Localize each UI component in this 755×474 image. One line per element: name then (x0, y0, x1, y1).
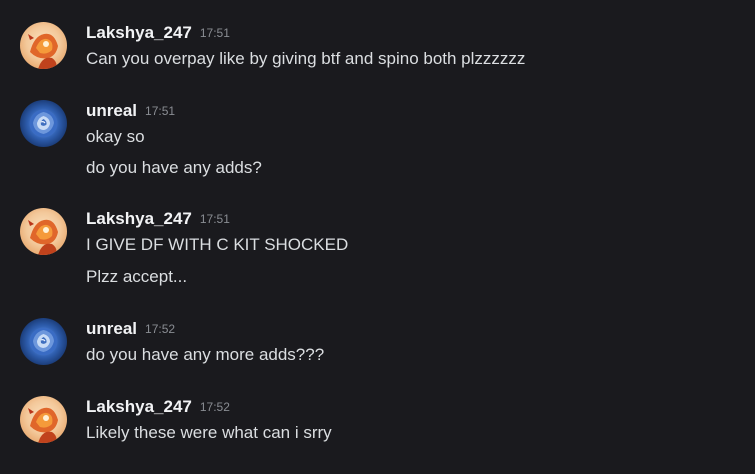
timestamp[interactable]: 17:51 (200, 26, 230, 40)
message-text: Likely these were what can i srry (86, 423, 332, 442)
timestamp[interactable]: 17:52 (200, 400, 230, 414)
fiery-character-avatar-icon[interactable] (20, 396, 67, 443)
message-header: Lakshya_247 17:51 (86, 208, 230, 231)
username[interactable]: Lakshya_247 (86, 209, 192, 228)
message-text: Can you overpay like by giving btf and s… (86, 49, 526, 68)
message-text: okay so (86, 127, 145, 146)
message-text: I GIVE DF WITH C KIT SHOCKED (86, 235, 349, 254)
message-text: do you have any adds? (86, 158, 262, 177)
blue-rose-avatar-icon[interactable] (20, 100, 67, 147)
username[interactable]: Lakshya_247 (86, 23, 192, 42)
timestamp[interactable]: 17:51 (200, 212, 230, 226)
message-header: Lakshya_247 17:51 (86, 22, 230, 45)
message-text: Plzz accept... (86, 267, 188, 286)
message-header: unreal 17:51 (86, 100, 175, 123)
message-text: do you have any more adds??? (86, 345, 325, 364)
blue-rose-avatar-icon[interactable] (20, 318, 67, 365)
username[interactable]: Lakshya_247 (86, 397, 192, 416)
fiery-character-avatar-icon[interactable] (20, 22, 67, 69)
username[interactable]: unreal (86, 319, 137, 338)
username[interactable]: unreal (86, 101, 137, 120)
message-header: Lakshya_247 17:52 (86, 396, 230, 419)
message-header: unreal 17:52 (86, 318, 175, 341)
timestamp[interactable]: 17:51 (145, 104, 175, 118)
fiery-character-avatar-icon[interactable] (20, 208, 67, 255)
timestamp[interactable]: 17:52 (145, 322, 175, 336)
